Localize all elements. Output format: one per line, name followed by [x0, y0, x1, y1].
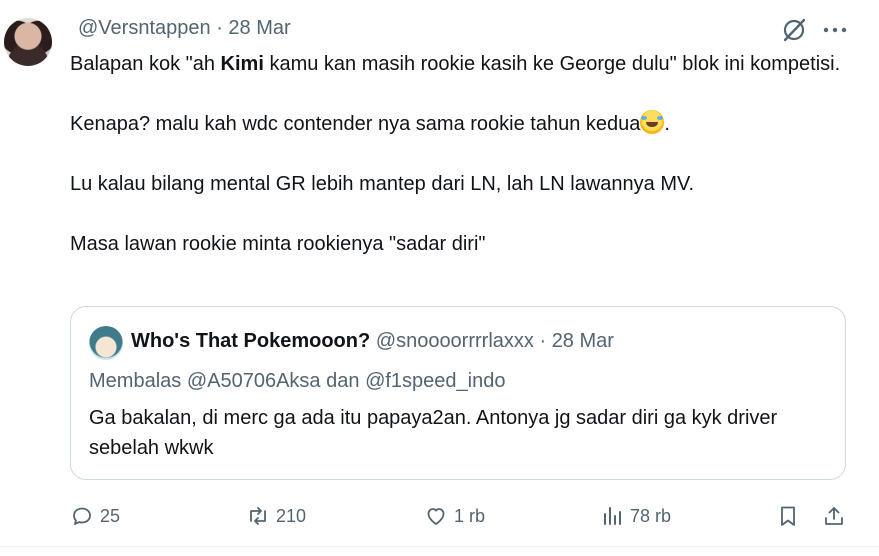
tweet-paragraph-3: Lu kalau bilang mental GR lebih mantep d…	[70, 173, 695, 195]
like-button[interactable]: 1 rb	[424, 500, 485, 532]
header-separator: ·	[216, 17, 223, 39]
views-icon	[604, 507, 621, 525]
like-count: 1 rb	[454, 505, 486, 526]
rofl-emoji-icon	[640, 110, 665, 134]
quoted-tweet[interactable]: Who's That Pokemooon? @snoooorrrrlaxxx ·…	[70, 306, 846, 480]
quote-handle[interactable]: @snoooorrrrlaxxx	[376, 330, 534, 352]
heart-icon	[427, 508, 445, 525]
action-bar: 25 210 1 rb 78 rb	[70, 500, 850, 532]
bookmark-icon	[781, 506, 795, 526]
tweet-header: @Versntappen · 28 Mar	[78, 17, 291, 40]
quote-date[interactable]: 28 Mar	[552, 330, 614, 352]
reply-icon	[73, 507, 91, 525]
quote-display-name[interactable]: Who's That Pokemooon?	[131, 330, 370, 352]
reply-mention-1[interactable]: @A50706Aksa	[187, 370, 321, 392]
tweet-text: Balapan kok "ah Kimi kamu kan masih rook…	[70, 49, 860, 259]
share-button[interactable]	[822, 500, 852, 532]
grok-icon[interactable]	[780, 16, 808, 44]
more-icon[interactable]	[822, 16, 848, 44]
quote-header: Who's That Pokemooon? @snoooorrrrlaxxx ·…	[131, 330, 614, 352]
quote-reply-context: Membalas @A50706Aksa dan @f1speed_indo	[89, 370, 506, 392]
repost-count: 210	[276, 505, 307, 526]
reply-count: 25	[100, 505, 121, 526]
tweet-date[interactable]: 28 Mar	[228, 17, 290, 39]
views-button[interactable]: 78 rb	[600, 500, 671, 532]
divider	[0, 546, 879, 547]
tweet-paragraph-2: Kenapa? malu kah wdc contender nya sama …	[70, 109, 860, 139]
bold-kimi: Kimi	[220, 53, 264, 75]
tweet-paragraph-4: Masa lawan rookie minta rookienya "sadar…	[70, 233, 486, 255]
quote-text: Ga bakalan, di merc ga ada itu papaya2an…	[89, 407, 778, 459]
tweet-paragraph-1: Balapan kok "ah Kimi kamu kan masih rook…	[70, 53, 841, 75]
repost-button[interactable]: 210	[246, 500, 306, 532]
views-count: 78 rb	[630, 505, 672, 526]
share-icon	[825, 507, 843, 525]
reply-button[interactable]: 25	[70, 500, 120, 532]
quote-avatar[interactable]	[89, 326, 123, 360]
bookmark-button[interactable]	[776, 500, 806, 532]
author-avatar[interactable]	[4, 18, 52, 66]
reply-mention-2[interactable]: @f1speed_indo	[365, 370, 505, 392]
repost-icon	[250, 507, 266, 525]
author-handle[interactable]: @Versntappen	[78, 17, 211, 39]
